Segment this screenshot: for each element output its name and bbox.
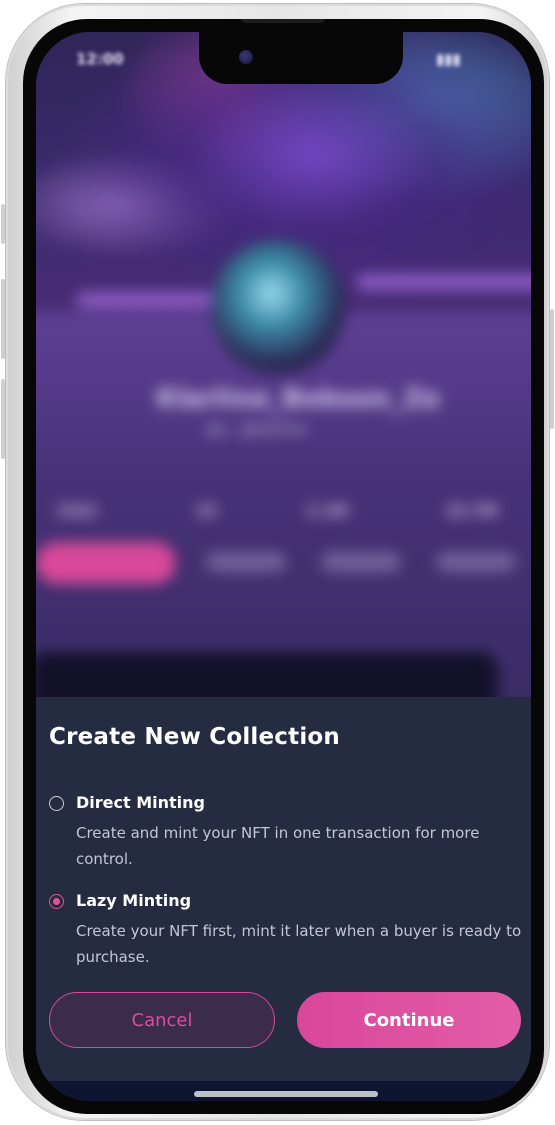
option-description: Create and mint your NFT in one transact…: [76, 824, 480, 868]
radio-lazy-minting[interactable]: [49, 894, 64, 909]
tab-created: [436, 552, 516, 572]
tab-collected-active: [36, 542, 176, 584]
phone-bezel: Klarline_Bobson_Ze @c...@klarline 1521 2…: [23, 19, 544, 1114]
background-profile-view: Klarline_Bobson_Ze @c...@klarline 1521 2…: [36, 32, 531, 732]
option-title: Lazy Minting: [76, 891, 192, 910]
notch: [199, 32, 403, 84]
power-button: [550, 309, 554, 429]
tab-activity: [206, 552, 286, 572]
profile-avatar: [211, 240, 345, 374]
front-camera-icon: [239, 50, 253, 64]
continue-button[interactable]: Continue: [297, 992, 521, 1048]
cancel-button[interactable]: Cancel: [49, 992, 275, 1048]
profile-name: Klarline_Bobson_Ze: [156, 384, 441, 414]
sheet-title: Create New Collection: [49, 724, 340, 750]
option-description: Create your NFT first, mint it later whe…: [76, 922, 522, 966]
banner-streak: [356, 274, 531, 290]
blurred-content: Klarline_Bobson_Ze @c...@klarline 1521 2…: [36, 32, 531, 732]
stat-value: 1521: [56, 502, 98, 520]
volume-up-button: [1, 279, 5, 359]
speaker-grill: [241, 19, 325, 23]
option-title: Direct Minting: [76, 793, 205, 812]
tab-history: [321, 552, 401, 572]
status-time: 12:00: [76, 50, 124, 68]
home-indicator[interactable]: [194, 1091, 378, 1097]
create-collection-sheet: Create New Collection Direct Minting Cre…: [36, 697, 531, 1081]
profile-handle: @c...@klarline: [206, 422, 307, 438]
stat-value: 22.7M: [446, 502, 498, 520]
screen: Klarline_Bobson_Ze @c...@klarline 1521 2…: [36, 32, 531, 1101]
phone-frame: Klarline_Bobson_Ze @c...@klarline 1521 2…: [1, 4, 554, 1120]
volume-down-button: [1, 379, 5, 459]
stat-value: 2.1M: [306, 502, 348, 520]
stat-value: 23: [196, 502, 217, 520]
status-signal-icon: ▮▮▮: [436, 50, 461, 68]
mute-switch: [1, 204, 5, 244]
radio-direct-minting[interactable]: [49, 796, 64, 811]
